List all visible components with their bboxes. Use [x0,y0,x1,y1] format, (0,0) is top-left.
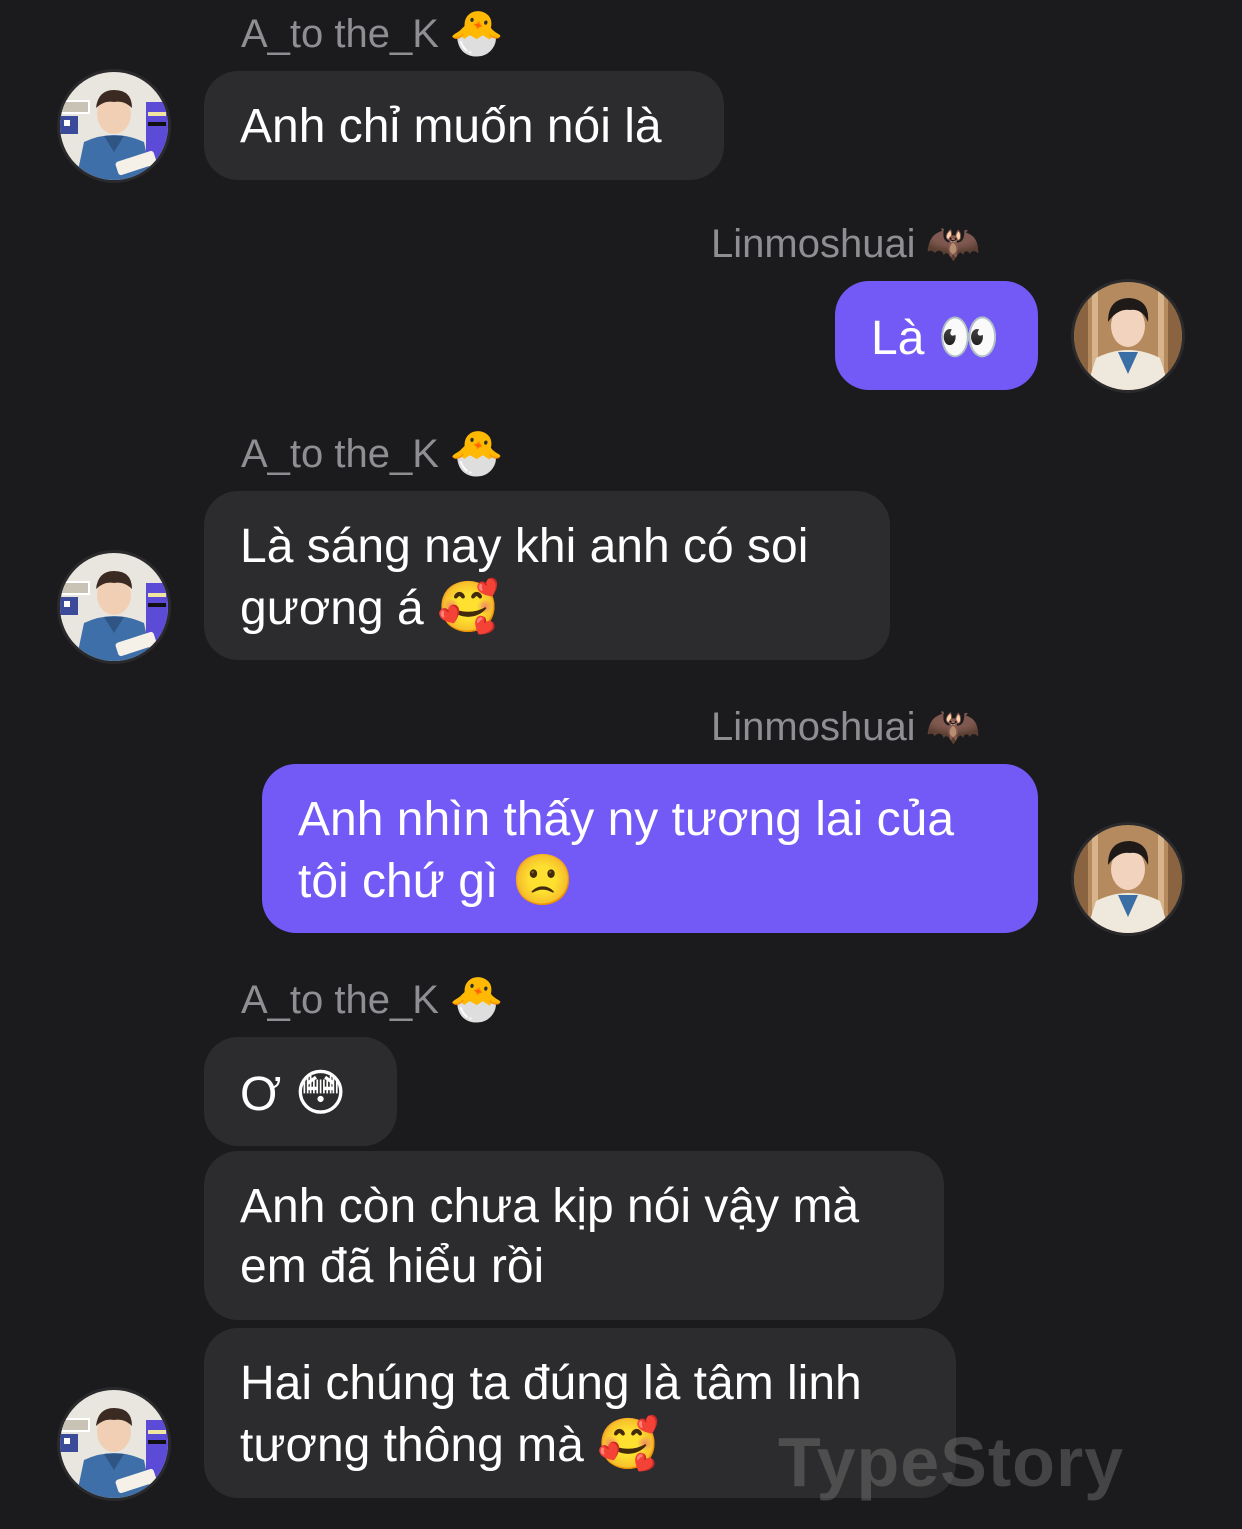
message-text: Hai chúng ta đúng là tâm linh tương thôn… [240,1357,862,1472]
watermark-logo: TypeStory [778,1423,1125,1501]
sender-name-text: A_to the_K [241,978,439,1022]
avatar-left-image [60,72,168,180]
avatar-right-image [1074,282,1182,390]
bat-icon: 🦇 [925,218,981,269]
avatar-left[interactable] [60,553,168,661]
avatar-left-image [60,1390,168,1498]
sender-name-text: Linmoshuai [711,705,916,749]
flushed-face-emoji-icon: 😳 [294,1064,347,1122]
message-bubble-incoming[interactable]: Anh còn chưa kịp nói vậy mà em đã hiểu r… [204,1151,944,1320]
sender-name-right: Linmoshuai 🦇 [711,703,980,751]
sender-name-left: A_to the_K 🐣 [241,10,504,58]
message-text: Anh chỉ muốn nói là [240,100,662,153]
message-text: Là [871,312,938,365]
hatching-chick-icon: 🐣 [448,428,504,479]
avatar-left-image [60,553,168,661]
message-text: Anh còn chưa kịp nói vậy mà em đã hiểu r… [240,1180,860,1293]
bat-icon: 🦇 [925,701,981,752]
sender-name-right: Linmoshuai 🦇 [711,220,980,268]
sender-name-left: A_to the_K 🐣 [241,976,504,1024]
smiling-face-with-hearts-emoji-icon: 🥰 [597,1415,660,1473]
avatar-right[interactable] [1074,825,1182,933]
sender-name-text: A_to the_K [241,432,439,476]
frowning-face-emoji-icon: 🙁 [511,851,574,909]
message-bubble-incoming[interactable]: Là sáng nay khi anh có soi gương á 🥰 [204,491,890,660]
sender-name-left: A_to the_K 🐣 [241,430,504,478]
message-bubble-outgoing[interactable]: Anh nhìn thấy ny tương lai của tôi chứ g… [262,764,1038,933]
avatar-left[interactable] [60,1390,168,1498]
message-bubble-outgoing[interactable]: Là 👀 [835,281,1038,390]
sender-name-text: Linmoshuai [711,222,916,266]
message-text: Ơ [240,1068,295,1121]
message-text: Là sáng nay khi anh có soi gương á [240,520,809,635]
smiling-face-with-hearts-emoji-icon: 🥰 [437,578,500,636]
message-bubble-incoming[interactable]: Anh chỉ muốn nói là [204,71,724,180]
avatar-right[interactable] [1074,282,1182,390]
message-bubble-incoming[interactable]: Ơ 😳 [204,1037,397,1146]
sender-name-text: A_to the_K [241,12,439,56]
avatar-left[interactable] [60,72,168,180]
hatching-chick-icon: 🐣 [448,8,504,59]
avatar-right-image [1074,825,1182,933]
hatching-chick-icon: 🐣 [448,974,504,1025]
eyes-emoji-icon: 👀 [937,308,1000,366]
message-text: Anh nhìn thấy ny tương lai của tôi chứ g… [298,793,955,908]
